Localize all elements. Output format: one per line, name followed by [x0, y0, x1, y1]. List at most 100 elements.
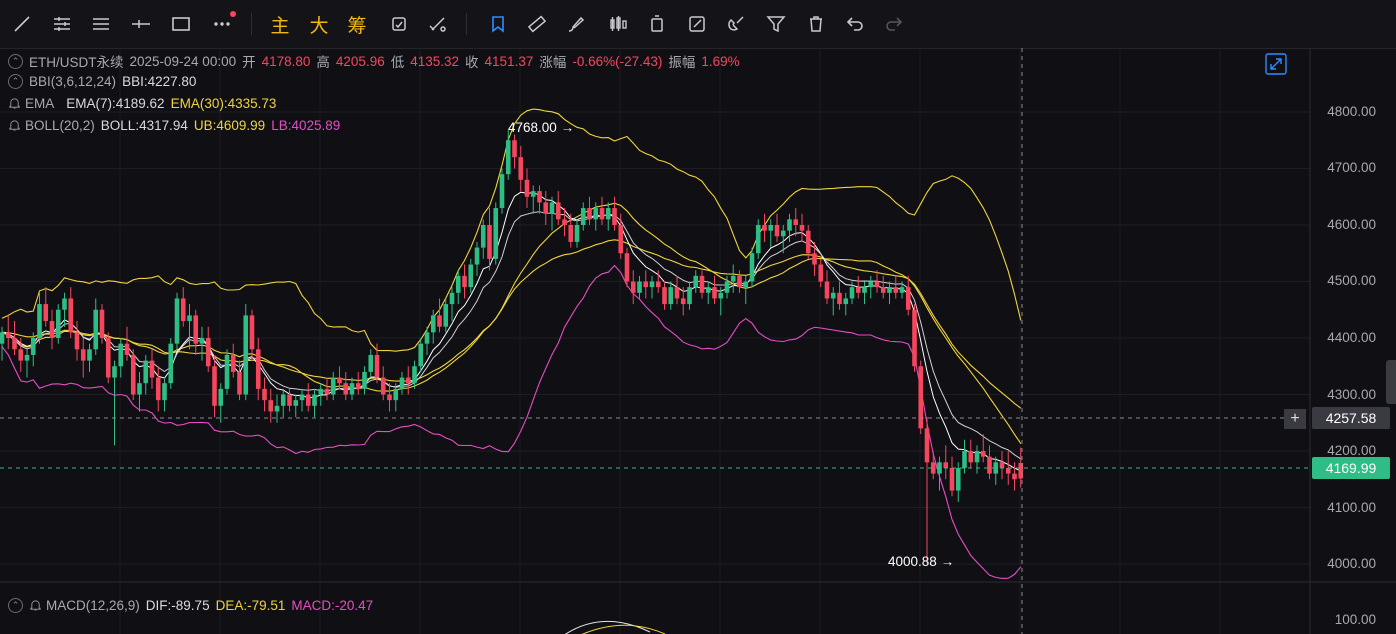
large-indicator-button[interactable]: 大 — [305, 10, 333, 38]
high-price-marker: 4768.00 → — [508, 120, 574, 135]
candle-body — [87, 349, 92, 360]
macd-name[interactable]: MACD(12,26,9) — [46, 598, 140, 613]
candle-body — [618, 225, 623, 253]
candle-body — [368, 355, 373, 372]
candle-body — [668, 287, 673, 304]
side-panel-handle[interactable] — [1386, 360, 1396, 404]
candle-body — [925, 428, 930, 462]
candle-body — [900, 287, 905, 293]
candle-body — [562, 219, 567, 225]
candle-body — [881, 287, 886, 293]
parallel-lines-tool-icon[interactable] — [87, 10, 115, 38]
candle-body — [806, 231, 811, 254]
chevron-icon[interactable]: ⌃ — [8, 74, 23, 89]
candlestick-chart[interactable] — [0, 48, 1396, 634]
candle-body — [18, 349, 23, 360]
candle-datetime: 2025-09-24 00:00 — [130, 54, 237, 69]
candle-body — [81, 349, 86, 360]
candle-body — [487, 225, 492, 259]
bbi-name[interactable]: BBI(3,6,12,24) — [29, 74, 116, 89]
candle-body — [218, 389, 223, 406]
candle-body — [906, 287, 911, 310]
horizontal-lines-tool-icon[interactable] — [48, 10, 76, 38]
undo-icon[interactable] — [841, 10, 869, 38]
candle-body — [212, 366, 217, 406]
candle-body — [850, 287, 855, 298]
filter-tool-icon[interactable] — [762, 10, 790, 38]
candle-body — [950, 468, 955, 491]
add-alert-button[interactable]: + — [1284, 409, 1306, 429]
candle-body — [775, 225, 780, 236]
brush-tool-icon[interactable] — [562, 10, 590, 38]
amplitude-value: 1.69% — [701, 54, 739, 69]
candle-body — [237, 372, 242, 395]
candle-body — [431, 315, 436, 332]
expand-icon[interactable] — [1264, 52, 1288, 76]
cursor-price-label: 4257.58 — [1312, 407, 1390, 429]
candle-body — [275, 406, 280, 412]
chip-distribution-button[interactable]: 筹 — [343, 10, 371, 38]
main-indicator-button[interactable]: 主 — [266, 10, 294, 38]
candle-body — [575, 225, 580, 242]
candle-body — [762, 225, 767, 231]
candle-body — [687, 287, 692, 304]
rotate-square-icon[interactable] — [385, 10, 413, 38]
low-value: 4135.32 — [410, 54, 459, 69]
candle-body — [187, 315, 192, 321]
candle-body — [518, 157, 523, 180]
bbi-legend: ⌃ BBI(3,6,12,24) BBI:4227.80 — [8, 74, 202, 89]
bookmark-tool-icon[interactable] — [484, 10, 512, 38]
candle-body — [600, 208, 605, 219]
candle-body — [243, 315, 248, 394]
pen-settings-icon[interactable] — [424, 10, 452, 38]
candle-body — [50, 321, 55, 338]
ruler-tool-icon[interactable] — [523, 10, 551, 38]
candle-body — [556, 202, 561, 219]
candle-body — [818, 265, 823, 282]
delete-panel-icon[interactable] — [643, 10, 671, 38]
candle-body — [956, 468, 961, 491]
ema-legend: EMA EMA(7):4189.62 EMA(30):4335.73 — [8, 96, 282, 111]
candle-body — [293, 400, 298, 406]
candle-body — [256, 349, 261, 389]
candle-body — [656, 282, 661, 288]
rectangle-tool-icon[interactable] — [167, 10, 195, 38]
redo-icon[interactable] — [880, 10, 908, 38]
boll-legend: BOLL(20,2) BOLL:4317.94 UB:4609.99 LB:40… — [8, 118, 346, 133]
bell-icon[interactable] — [8, 119, 21, 132]
candle-body — [75, 332, 80, 349]
y-tick: 4300.00 — [1327, 387, 1376, 402]
candle-body — [912, 310, 917, 367]
candle-body — [356, 383, 361, 389]
ema-name[interactable]: EMA — [25, 96, 54, 111]
boll-name[interactable]: BOLL(20,2) — [25, 118, 95, 133]
candle-body — [162, 383, 167, 400]
bbi-value: BBI:4227.80 — [122, 74, 196, 89]
candle-body — [12, 338, 17, 349]
candle-body — [250, 315, 255, 349]
boll-ub-value: UB:4609.99 — [194, 118, 265, 133]
bell-icon[interactable] — [29, 599, 42, 612]
candle-body — [718, 293, 723, 299]
candle-body — [206, 338, 211, 366]
candle-body — [831, 293, 836, 299]
candle-body — [412, 366, 417, 383]
horizontal-ray-tool-icon[interactable] — [127, 10, 155, 38]
edit-note-icon[interactable] — [683, 10, 711, 38]
more-tools-icon[interactable] — [208, 10, 236, 38]
candle-body — [300, 395, 305, 401]
candle-body — [837, 293, 842, 304]
magnet-tool-icon[interactable] — [722, 10, 750, 38]
chevron-icon[interactable]: ⌃ — [8, 54, 23, 69]
candle-style-icon[interactable] — [604, 10, 632, 38]
bell-icon[interactable] — [8, 97, 21, 110]
candle-body — [681, 298, 686, 304]
trash-icon[interactable] — [802, 10, 830, 38]
candle-body — [550, 202, 555, 213]
candle-body — [800, 225, 805, 231]
line-tool-icon[interactable] — [8, 10, 36, 38]
chevron-icon[interactable]: ⌃ — [8, 598, 23, 613]
candle-body — [143, 361, 148, 384]
candle-body — [725, 282, 730, 293]
candle-body — [893, 287, 898, 293]
